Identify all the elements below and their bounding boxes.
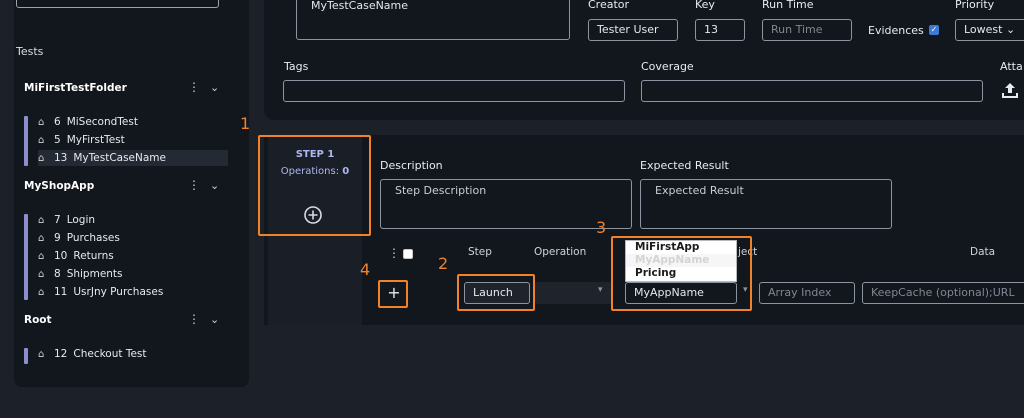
upload-icon[interactable]: [1000, 80, 1020, 100]
tree-indent-bar: [24, 116, 28, 166]
array-index-field[interactable]: Array Index: [759, 282, 855, 304]
tree-item[interactable]: ⌂ 8 Shipments: [38, 266, 123, 282]
annotation-number: 1: [240, 114, 251, 133]
coverage-field[interactable]: [641, 80, 983, 102]
evidences-label: Evidences: [868, 24, 924, 37]
test-sidebar: [14, 0, 249, 387]
evidences-checkbox[interactable]: ✓: [929, 25, 939, 35]
annotation-box: [457, 274, 535, 311]
test-case-name-field[interactable]: MyTestCaseName: [296, 0, 570, 40]
chevron-down-icon: ⌄: [1005, 23, 1016, 36]
sidebar-search-input[interactable]: [16, 0, 219, 8]
folder-name[interactable]: MiFirstTestFolder: [24, 82, 127, 94]
test-case-icon: ⌂: [38, 268, 45, 280]
tree-item[interactable]: ⌂ 9 Purchases: [38, 230, 120, 246]
kebab-menu-icon[interactable]: ⋮: [388, 246, 400, 260]
key-label: Key: [695, 0, 715, 11]
tree-item[interactable]: ⌂ 5 MyFirstTest: [38, 132, 125, 148]
creator-field[interactable]: Tester User: [588, 19, 678, 41]
tree-indent-bar: [24, 214, 28, 300]
annotation-number: 3: [596, 218, 607, 237]
chevron-down-icon: ▾: [598, 285, 603, 295]
chevron-down-icon[interactable]: ⌄: [210, 313, 219, 326]
attachments-label: Atta: [1000, 60, 1023, 73]
kebab-menu-icon[interactable]: ⋮: [188, 80, 200, 94]
tree-item[interactable]: ⌂ 10 Returns: [38, 248, 114, 264]
test-case-icon: ⌂: [38, 152, 45, 164]
kebab-menu-icon[interactable]: ⋮: [188, 178, 200, 192]
test-case-icon: ⌂: [38, 214, 45, 226]
chevron-down-icon[interactable]: ⌄: [210, 179, 219, 192]
coverage-label: Coverage: [641, 60, 694, 73]
test-case-icon: ⌂: [38, 116, 45, 128]
annotation-box: [378, 280, 408, 308]
creator-label: Creator: [588, 0, 630, 11]
tree-item[interactable]: ⌂ 7 Login: [38, 212, 95, 228]
tags-field[interactable]: [283, 80, 625, 102]
tree-item[interactable]: ⌂ 11 UsrJny Purchases: [38, 284, 163, 300]
select-all-checkbox[interactable]: [403, 249, 413, 259]
test-case-icon: ⌂: [38, 286, 45, 298]
expected-result-field[interactable]: Expected Result: [640, 179, 892, 229]
kebab-menu-icon[interactable]: ⋮: [188, 312, 200, 326]
test-case-icon: ⌂: [38, 250, 45, 262]
data-field[interactable]: KeepCache (optional);URL: [862, 282, 1024, 304]
annotation-box: [258, 135, 371, 236]
test-case-icon: ⌂: [38, 232, 45, 244]
test-case-icon: ⌂: [38, 134, 45, 146]
tree-item[interactable]: ⌂ 12 Checkout Test: [38, 346, 147, 362]
tree-indent-bar: [24, 348, 28, 364]
priority-label: Priority: [955, 0, 995, 11]
column-header-step: Step: [468, 246, 492, 258]
annotation-number: 2: [438, 254, 449, 273]
runtime-label: Run Time: [762, 0, 814, 11]
folder-name[interactable]: Root: [24, 314, 52, 326]
chevron-down-icon[interactable]: ⌄: [210, 81, 219, 94]
tags-label: Tags: [284, 60, 309, 73]
annotation-number: 4: [360, 260, 371, 279]
step-description-field[interactable]: Step Description: [380, 179, 632, 229]
sidebar-title: Tests: [16, 45, 44, 58]
annotation-box: [611, 236, 752, 311]
column-header-data: Data: [970, 246, 996, 258]
tree-item-selected[interactable]: ⌂ 13 MyTestCaseName: [38, 150, 228, 166]
description-label: Description: [380, 159, 443, 172]
column-header-operation: Operation: [534, 246, 587, 258]
key-field[interactable]: 13: [695, 19, 745, 41]
runtime-field[interactable]: Run Time: [762, 19, 852, 41]
tree-item[interactable]: ⌂ 6 MiSecondTest: [38, 114, 138, 130]
folder-name[interactable]: MyShopApp: [24, 180, 94, 192]
test-case-icon: ⌂: [38, 348, 45, 360]
priority-select[interactable]: Lowest ⌄: [955, 19, 1024, 41]
expected-result-label: Expected Result: [640, 159, 729, 172]
